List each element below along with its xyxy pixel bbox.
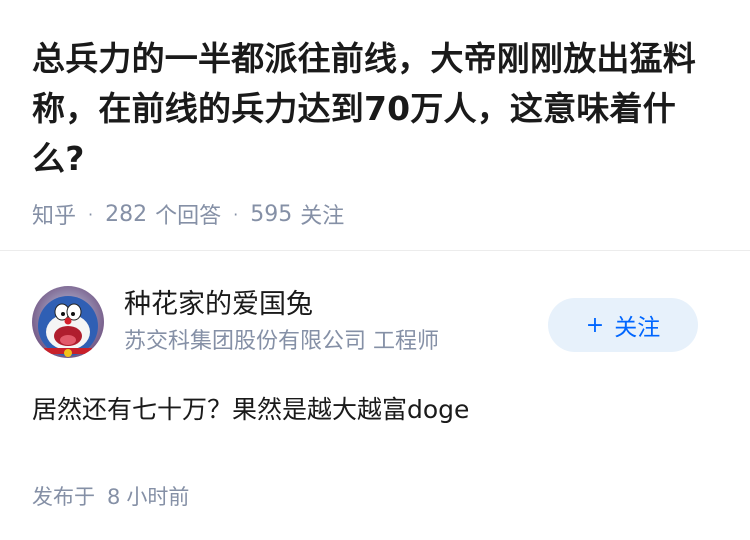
source-label[interactable]: 知乎 — [32, 198, 76, 230]
follower-count: 595 — [250, 201, 293, 227]
answer-page: 总兵力的一半都派往前线，大帝刚刚放出猛料称，在前线的兵力达到70万人，这意味着什… — [0, 0, 750, 540]
separator-dot: · — [88, 204, 94, 224]
author-info: 种花家的爱国兔 苏交科集团股份有限公司 工程师 — [124, 287, 439, 357]
answer-content[interactable]: 居然还有七十万？果然是越大越富doge — [32, 393, 718, 427]
posted-time-unit: 小时前 — [126, 485, 190, 509]
follower-count-label: 关注 — [300, 204, 345, 229]
answer-count: 282 — [105, 201, 148, 227]
posted-time-number: 8 — [107, 485, 121, 509]
author-row: 种花家的爱国兔 苏交科集团股份有限公司 工程师 + 关注 — [32, 251, 718, 371]
author-name[interactable]: 种花家的爱国兔 — [124, 287, 439, 323]
author-bio: 苏交科集团股份有限公司 工程师 — [124, 329, 439, 354]
plus-icon: + — [585, 312, 605, 338]
follow-label: 关注 — [614, 315, 661, 341]
answer-card: 种花家的爱国兔 苏交科集团股份有限公司 工程师 + 关注 居然还有七十万？果然是… — [0, 251, 750, 511]
answer-meta: 发布于 8 小时前 — [32, 481, 718, 511]
avatar[interactable] — [32, 286, 104, 358]
follow-button[interactable]: + 关注 — [548, 298, 698, 352]
posted-prefix: 发布于 — [32, 485, 95, 509]
answer-count-label: 个回答 — [155, 204, 222, 229]
question-meta: 知乎 · 282 个回答 · 595 关注 — [32, 198, 718, 230]
question-title[interactable]: 总兵力的一半都派往前线，大帝刚刚放出猛料称，在前线的兵力达到70万人，这意味着什… — [32, 34, 718, 184]
question-header: 总兵力的一半都派往前线，大帝刚刚放出猛料称，在前线的兵力达到70万人，这意味着什… — [0, 0, 750, 230]
separator-dot: · — [233, 204, 239, 224]
avatar-image — [32, 286, 104, 358]
